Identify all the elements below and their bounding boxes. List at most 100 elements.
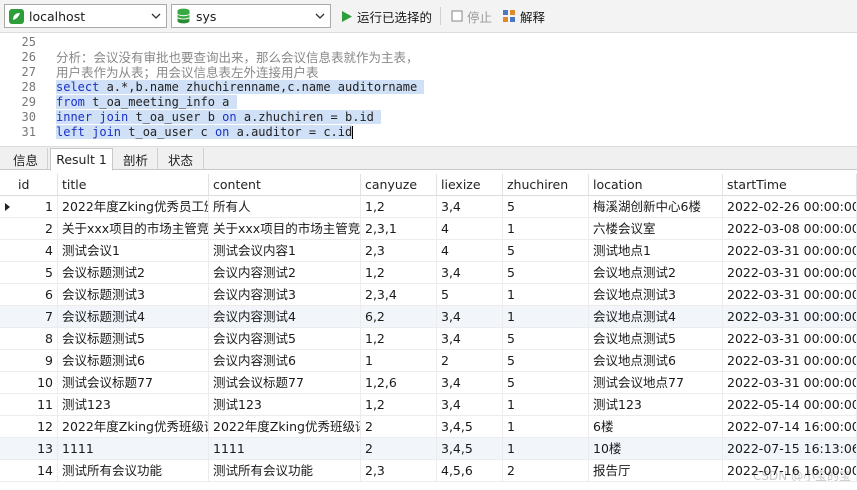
cell-content[interactable]: 关于xxx项目的市场主管竞聘 (209, 218, 361, 240)
cell-starttime[interactable]: 2022-03-31 00:00:00 (723, 306, 857, 328)
table-row[interactable]: 10 测试会议标题77 测试会议标题77 1,2,6 3,4 5 测试会议地点77 2022-… (0, 372, 857, 394)
cell-content[interactable]: 会议内容测试3 (209, 284, 361, 306)
cell-zhuchiren[interactable]: 5 (503, 196, 589, 218)
cell-id[interactable]: 11 (14, 394, 58, 416)
cell-zhuchiren[interactable]: 1 (503, 394, 589, 416)
cell-location[interactable]: 报告厅 (589, 460, 723, 482)
cell-title[interactable]: 关于xxx项目的市场主管竞聘 (58, 218, 209, 240)
cell-location[interactable]: 10楼 (589, 438, 723, 460)
chevron-down-icon[interactable] (313, 9, 327, 23)
cell-content[interactable]: 会议内容测试4 (209, 306, 361, 328)
column-header-liexize[interactable]: liexize (437, 174, 503, 196)
cell-starttime[interactable]: 2022-03-31 00:00:00 (723, 328, 857, 350)
cell-content[interactable]: 测试所有会议功能 (209, 460, 361, 482)
cell-id[interactable]: 9 (14, 350, 58, 372)
table-row[interactable]: 9 会议标题测试6 会议内容测试6 1 2 5 会议地点测试6 2022-03-31 0… (0, 350, 857, 372)
cell-liexize[interactable]: 3,4 (437, 328, 503, 350)
cell-location[interactable]: 会议地点测试3 (589, 284, 723, 306)
cell-title[interactable]: 会议标题测试6 (58, 350, 209, 372)
table-row[interactable]: 7 会议标题测试4 会议内容测试4 6,2 3,4 1 会议地点测试4 2022-03-31 … (0, 306, 857, 328)
cell-id[interactable]: 7 (14, 306, 58, 328)
cell-canyuze[interactable]: 1,2 (361, 196, 437, 218)
cell-content[interactable]: 测试会议内容1 (209, 240, 361, 262)
cell-zhuchiren[interactable]: 5 (503, 240, 589, 262)
column-header-location[interactable]: location (589, 174, 723, 196)
cell-location[interactable]: 会议地点测试2 (589, 262, 723, 284)
cell-id[interactable]: 6 (14, 284, 58, 306)
cell-title[interactable]: 测试会议1 (58, 240, 209, 262)
cell-liexize[interactable]: 3,4 (437, 196, 503, 218)
cell-starttime[interactable]: 2022-07-16 16:00:00 (723, 460, 857, 482)
cell-canyuze[interactable]: 2,3,4 (361, 284, 437, 306)
cell-title[interactable]: 2022年度Zking优秀员工颁奖 (58, 196, 209, 218)
tab-result-1[interactable]: Result 1 (50, 148, 113, 171)
cell-content[interactable]: 测试123 (209, 394, 361, 416)
cell-location[interactable]: 测试地点1 (589, 240, 723, 262)
cell-canyuze[interactable]: 2 (361, 416, 437, 438)
cell-title[interactable]: 1111 (58, 438, 209, 460)
cell-title[interactable]: 会议标题测试4 (58, 306, 209, 328)
cell-liexize[interactable]: 5 (437, 284, 503, 306)
cell-content[interactable]: 2022年度Zking优秀班级评选 (209, 416, 361, 438)
column-header-starttime[interactable]: startTime (723, 174, 857, 196)
cell-id[interactable]: 4 (14, 240, 58, 262)
tab-message[interactable]: 信息 (4, 148, 48, 170)
cell-id[interactable]: 14 (14, 460, 58, 482)
cell-title[interactable]: 测试所有会议功能 (58, 460, 209, 482)
column-header-title[interactable]: title (58, 174, 209, 196)
cell-location[interactable]: 会议地点测试6 (589, 350, 723, 372)
cell-liexize[interactable]: 3,4 (437, 372, 503, 394)
cell-title[interactable]: 会议标题测试3 (58, 284, 209, 306)
explain-button[interactable]: 解释 (498, 4, 549, 28)
column-header-zhuchiren[interactable]: zhuchiren (503, 174, 589, 196)
cell-starttime[interactable]: 2022-02-26 00:00:00 (723, 196, 857, 218)
cell-zhuchiren[interactable]: 1 (503, 306, 589, 328)
cell-liexize[interactable]: 3,4 (437, 306, 503, 328)
cell-id[interactable]: 1 (14, 196, 58, 218)
cell-content[interactable]: 1111 (209, 438, 361, 460)
cell-zhuchiren[interactable]: 1 (503, 284, 589, 306)
table-row[interactable]: 122022年度Zking优秀班级评选2022年度Zking优秀班级评选23,4… (0, 416, 857, 438)
cell-title[interactable]: 测试123 (58, 394, 209, 416)
cell-title[interactable]: 会议标题测试5 (58, 328, 209, 350)
connection-select[interactable]: localhost (4, 4, 167, 28)
cell-liexize[interactable]: 3,4 (437, 394, 503, 416)
cell-starttime[interactable]: 2022-05-14 00:00:00 (723, 394, 857, 416)
cell-zhuchiren[interactable]: 1 (503, 416, 589, 438)
cell-location[interactable]: 会议地点测试4 (589, 306, 723, 328)
table-row[interactable]: 2 关于xxx项目的市场主管竞聘 关于xxx项目的市场主管竞聘 2,3,1 4 1 六楼会议… (0, 218, 857, 240)
cell-starttime[interactable]: 2022-03-31 00:00:00 (723, 262, 857, 284)
table-row[interactable]: 11 测试123 测试123 1,2 3,4 1 测试123 2022-05-14 00:00… (0, 394, 857, 416)
cell-zhuchiren[interactable]: 1 (503, 218, 589, 240)
cell-location[interactable]: 6楼 (589, 416, 723, 438)
cell-canyuze[interactable]: 2 (361, 438, 437, 460)
table-row[interactable]: 4 测试会议1 测试会议内容1 2,3 4 5 测试地点1 2022-03-31 00:00:… (0, 240, 857, 262)
cell-id[interactable]: 5 (14, 262, 58, 284)
cell-starttime[interactable]: 2022-03-31 00:00:00 (723, 284, 857, 306)
cell-location[interactable]: 会议地点测试5 (589, 328, 723, 350)
cell-starttime[interactable]: 2022-03-31 00:00:00 (723, 350, 857, 372)
column-header-content[interactable]: content (209, 174, 361, 196)
cell-starttime[interactable]: 2022-07-15 16:13:06 (723, 438, 857, 460)
cell-liexize[interactable]: 3,4,5 (437, 416, 503, 438)
chevron-down-icon[interactable] (149, 9, 163, 23)
cell-canyuze[interactable]: 1,2 (361, 262, 437, 284)
cell-canyuze[interactable]: 1 (361, 350, 437, 372)
table-row[interactable]: 13 1111 1111 2 3,4,5 1 10楼 2022-07-15 16:13:06 (0, 438, 857, 460)
table-row[interactable]: 5 会议标题测试2 会议内容测试2 1,2 3,4 5 会议地点测试2 2022-03-31 … (0, 262, 857, 284)
cell-zhuchiren[interactable]: 2 (503, 460, 589, 482)
cell-starttime[interactable]: 2022-03-08 00:00:00 (723, 218, 857, 240)
cell-liexize[interactable]: 4 (437, 218, 503, 240)
column-header-canyuze[interactable]: canyuze (361, 174, 437, 196)
stop-button[interactable]: 停止 (447, 4, 496, 28)
cell-title[interactable]: 测试会议标题77 (58, 372, 209, 394)
cell-content[interactable]: 会议内容测试5 (209, 328, 361, 350)
cell-canyuze[interactable]: 2,3 (361, 240, 437, 262)
column-header-id[interactable]: id (14, 174, 58, 196)
cell-id[interactable]: 10 (14, 372, 58, 394)
cell-zhuchiren[interactable]: 5 (503, 372, 589, 394)
cell-content[interactable]: 测试会议标题77 (209, 372, 361, 394)
tab-profile[interactable]: 剖析 (114, 148, 158, 170)
cell-location[interactable]: 梅溪湖创新中心6楼 (589, 196, 723, 218)
cell-starttime[interactable]: 2022-03-31 00:00:00 (723, 372, 857, 394)
